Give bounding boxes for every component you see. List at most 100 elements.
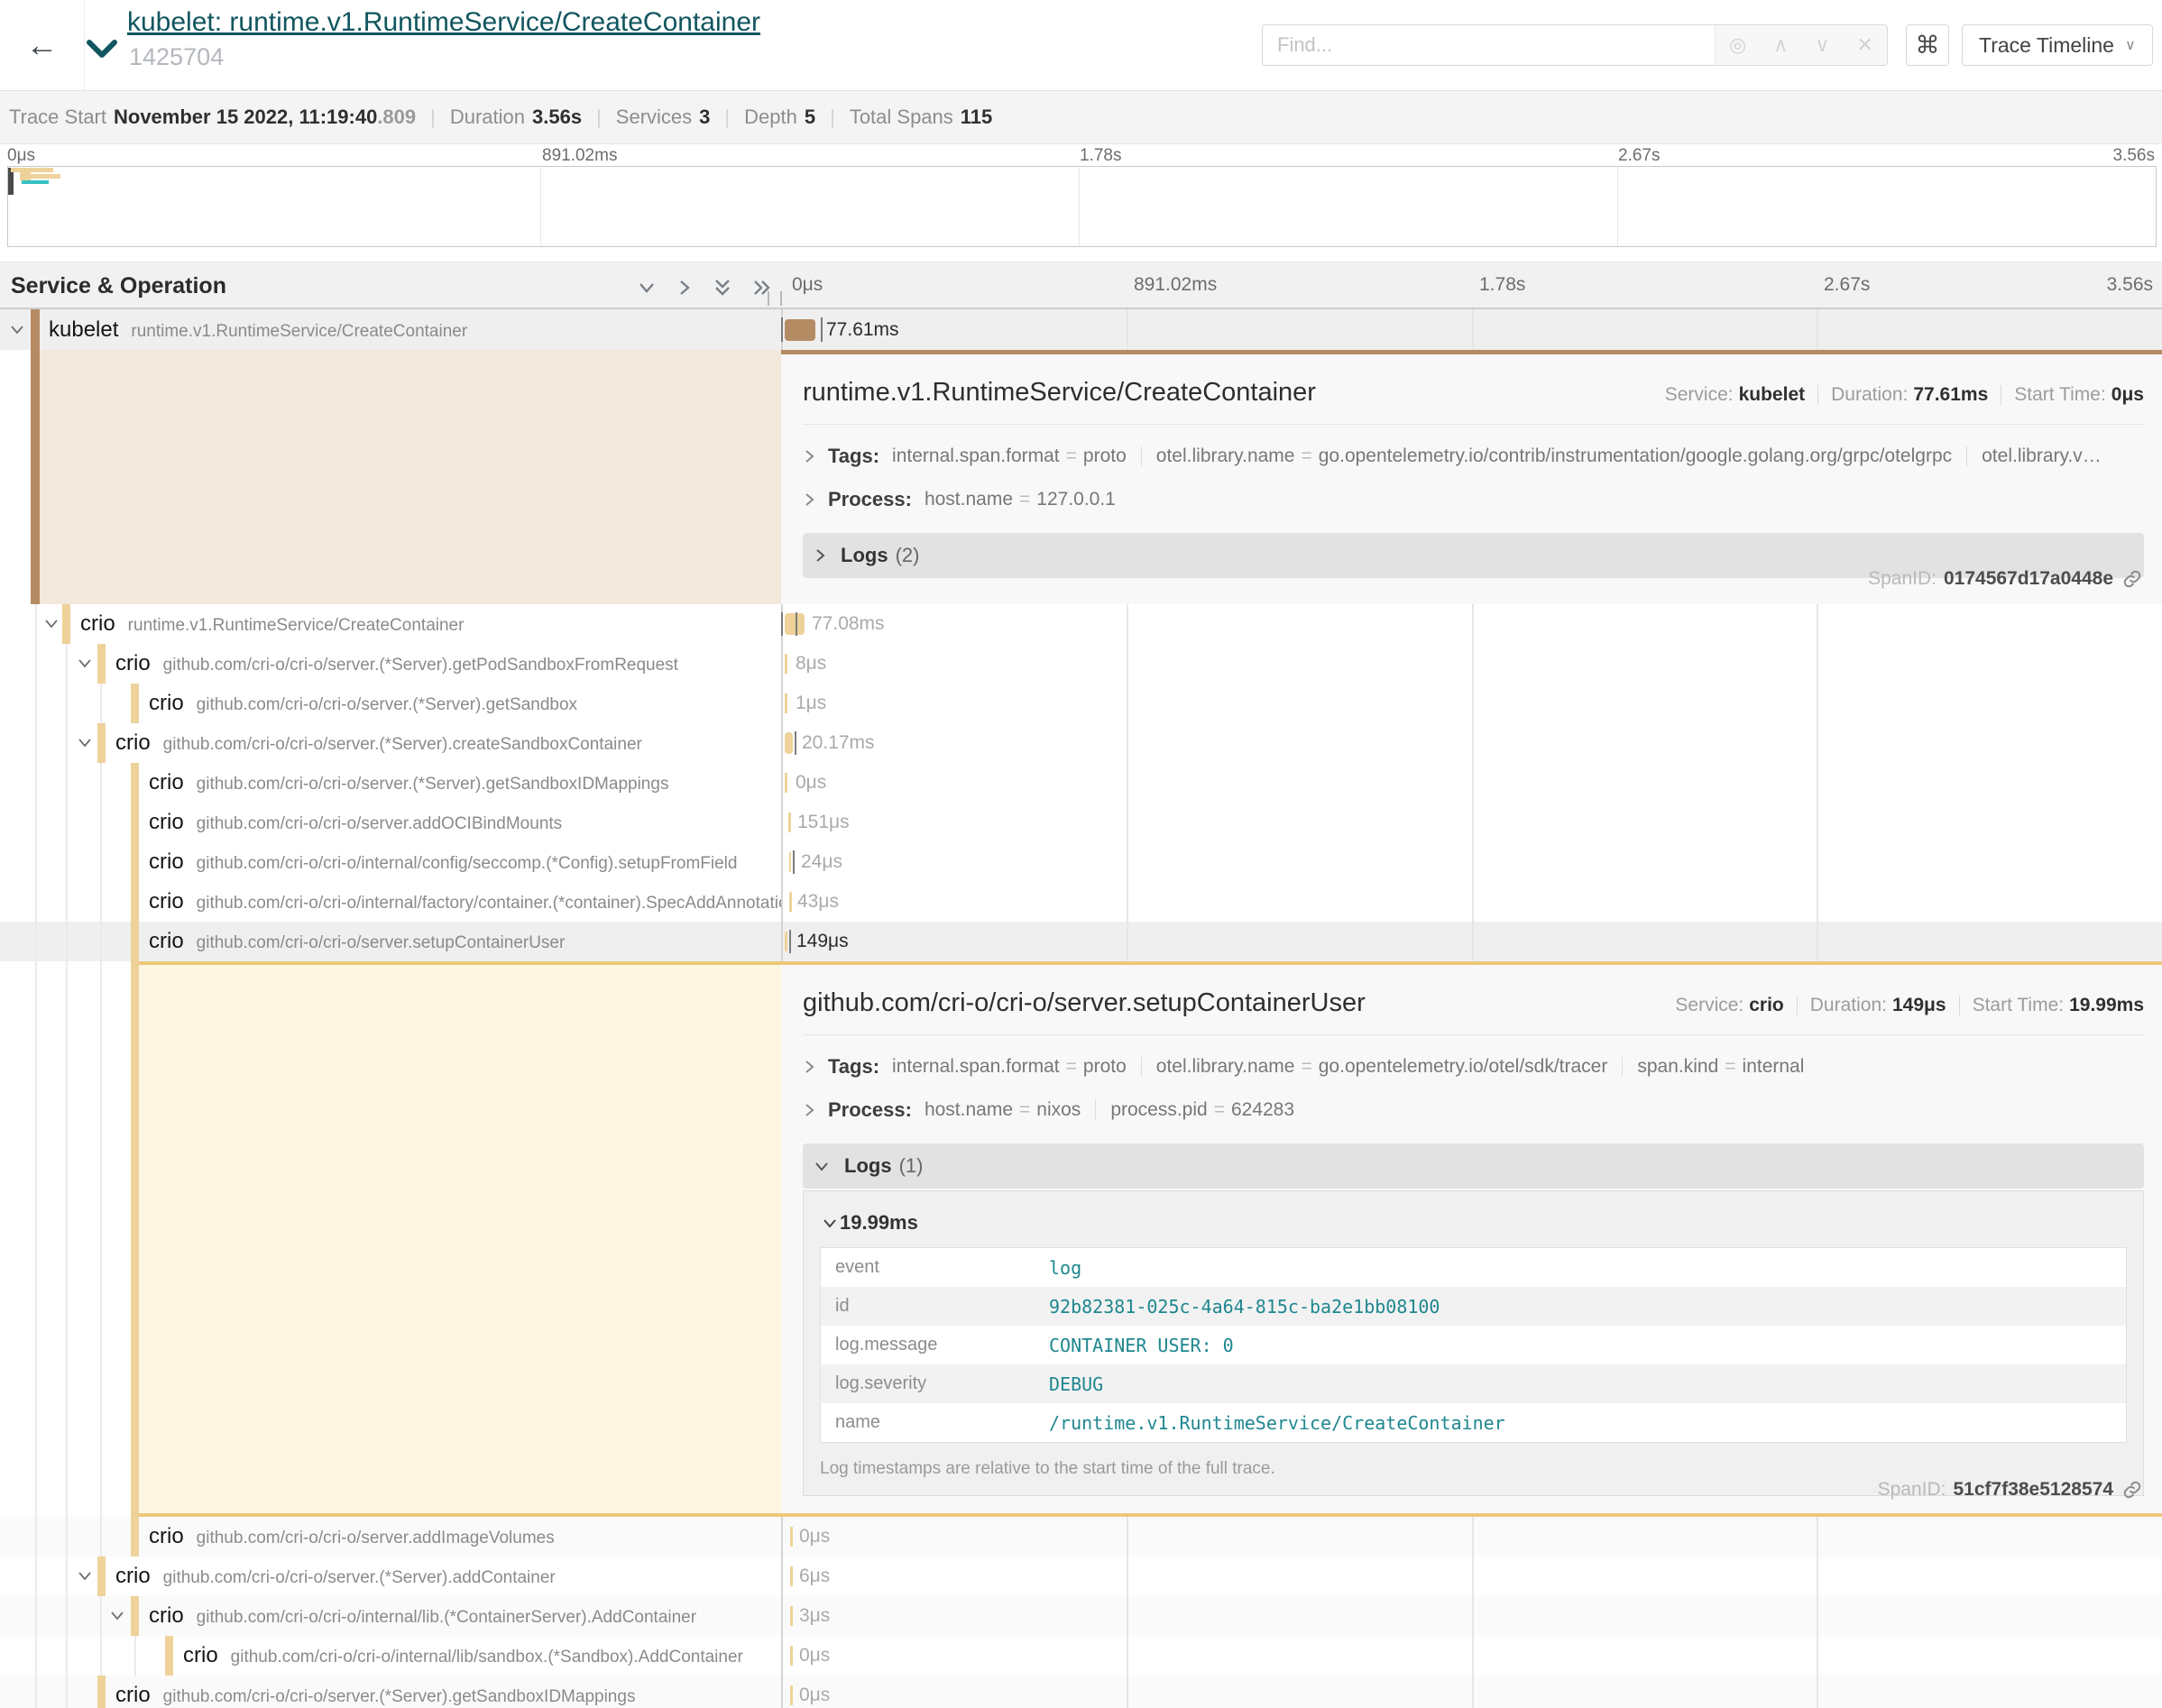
- span-row[interactable]: criogithub.com/cri-o/cri-o/server.setupC…: [0, 922, 2162, 961]
- span-row[interactable]: criogithub.com/cri-o/cri-o/server.(*Serv…: [0, 763, 2162, 803]
- find-next-icon[interactable]: ∨: [1815, 33, 1829, 57]
- logs-accordion[interactable]: Logs (1): [803, 1143, 2144, 1189]
- span-color-bar: [131, 842, 139, 882]
- span-timeline-cell[interactable]: 1μs: [781, 684, 2162, 723]
- span-timeline-cell[interactable]: 0μs: [781, 1636, 2162, 1676]
- span-row[interactable]: criogithub.com/cri-o/cri-o/server.(*Serv…: [0, 684, 2162, 723]
- span-id-label: SpanID:: [1868, 568, 1937, 590]
- span-row[interactable]: crioruntime.v1.RuntimeService/CreateCont…: [0, 604, 2162, 644]
- log-entries: 19.99ms eventlogid92b82381-025c-4a64-815…: [803, 1190, 2144, 1496]
- span-id-label: SpanID:: [1878, 1479, 1946, 1501]
- span-service-name: criogithub.com/cri-o/cri-o/internal/fact…: [149, 889, 781, 914]
- span-timeline-cell[interactable]: 20.17ms: [781, 723, 2162, 763]
- log-entry-header[interactable]: 19.99ms: [822, 1211, 2127, 1235]
- span-service-name: criogithub.com/cri-o/cri-o/server.addOCI…: [149, 810, 562, 835]
- span-duration-bar: [785, 613, 805, 635]
- row-collapse-icon[interactable]: [77, 1570, 93, 1587]
- find-input[interactable]: [1263, 25, 1715, 65]
- span-color-bar: [131, 1596, 139, 1636]
- minimap-tick-labels: 0μs 891.02ms 1.78s 2.67s 3.56s: [0, 144, 2162, 166]
- span-timeline-cell[interactable]: 8μs: [781, 644, 2162, 684]
- span-row[interactable]: criogithub.com/cri-o/cri-o/server.(*Serv…: [0, 644, 2162, 684]
- tags-accordion[interactable]: Tags: internal.span.format=protootel.lib…: [803, 1055, 2144, 1079]
- span-service-name: criogithub.com/cri-o/cri-o/server.setupC…: [149, 929, 565, 954]
- span-duration-bar: [790, 1566, 793, 1586]
- span-row[interactable]: criogithub.com/cri-o/cri-o/internal/fact…: [0, 882, 2162, 922]
- process-label: Process:: [828, 488, 912, 511]
- span-timeline-cell[interactable]: 3μs: [781, 1596, 2162, 1636]
- span-row[interactable]: criogithub.com/cri-o/cri-o/internal/conf…: [0, 842, 2162, 882]
- span-operation-name: github.com/cri-o/cri-o/server.addOCIBind…: [197, 814, 563, 833]
- duration-value: 77.61ms: [1913, 384, 1988, 406]
- trace-id: 1425704: [129, 43, 224, 71]
- find-controls: ◎ ∧ ∨ ✕: [1715, 25, 1887, 65]
- locate-icon[interactable]: ◎: [1729, 33, 1746, 57]
- collapse-header-icon[interactable]: [87, 40, 117, 64]
- chevron-right-icon: [803, 1059, 815, 1075]
- collapse-all-icon[interactable]: [713, 276, 732, 299]
- span-row[interactable]: criogithub.com/cri-o/cri-o/server.(*Serv…: [0, 1556, 2162, 1596]
- row-collapse-icon[interactable]: [9, 324, 25, 341]
- back-button[interactable]: ←: [0, 0, 85, 90]
- span-row[interactable]: kubeletruntime.v1.RuntimeService/CreateC…: [0, 309, 2162, 350]
- minimap-span: [11, 168, 53, 172]
- row-collapse-icon[interactable]: [109, 1610, 125, 1627]
- link-icon[interactable]: [2122, 1480, 2142, 1500]
- span-row[interactable]: criogithub.com/cri-o/cri-o/internal/lib/…: [0, 1636, 2162, 1676]
- span-timeline-cell[interactable]: 77.61ms: [781, 309, 2162, 350]
- span-detail-kubelet: runtime.v1.RuntimeService/CreateContaine…: [0, 350, 2162, 604]
- span-timeline-cell[interactable]: 0μs: [781, 1517, 2162, 1556]
- trace-minimap[interactable]: [7, 166, 2157, 247]
- span-timeline-cell[interactable]: 0μs: [781, 763, 2162, 803]
- row-collapse-icon[interactable]: [43, 618, 60, 635]
- tag-item: process.pid=624283: [1110, 1099, 1294, 1121]
- tag-item: internal.span.format=proto: [892, 1056, 1127, 1078]
- tag-item: otel.library.v…: [1982, 445, 2102, 467]
- keyboard-shortcuts-button[interactable]: ⌘: [1906, 24, 1949, 66]
- span-timeline-cell[interactable]: 151μs: [781, 803, 2162, 842]
- collapse-one-icon[interactable]: [637, 278, 657, 298]
- back-arrow-icon: ←: [26, 26, 59, 64]
- link-icon[interactable]: [2122, 569, 2142, 589]
- span-service-name: criogithub.com/cri-o/cri-o/server.addIma…: [149, 1524, 555, 1549]
- span-row[interactable]: criogithub.com/cri-o/cri-o/server.(*Serv…: [0, 723, 2162, 763]
- minimap-tick: 1.78s: [1080, 146, 1121, 166]
- find-bar: ◎ ∧ ∨ ✕: [1262, 24, 1888, 66]
- span-timeline-cell[interactable]: 149μs: [781, 922, 2162, 961]
- span-timeline-cell[interactable]: 77.08ms: [781, 604, 2162, 644]
- expand-one-icon[interactable]: [675, 278, 695, 298]
- span-duration-bar: [790, 1685, 793, 1705]
- span-service-name: criogithub.com/cri-o/cri-o/server.(*Serv…: [115, 1564, 556, 1589]
- span-duration-label: 20.17ms: [802, 732, 875, 754]
- logs-count: (1): [899, 1154, 924, 1178]
- trace-title-link[interactable]: kubelet: runtime.v1.RuntimeService/Creat…: [127, 7, 760, 38]
- span-service-name: criogithub.com/cri-o/cri-o/internal/lib/…: [183, 1643, 743, 1668]
- start-time-label: Start Time:: [1973, 995, 2065, 1016]
- span-timeline-cell[interactable]: 43μs: [781, 882, 2162, 922]
- tags-accordion[interactable]: Tags: internal.span.format=protootel.lib…: [803, 445, 2144, 468]
- find-prev-icon[interactable]: ∧: [1773, 33, 1788, 57]
- view-selector-button[interactable]: Trace Timeline ∨: [1962, 24, 2153, 66]
- span-row[interactable]: criogithub.com/cri-o/cri-o/server.addOCI…: [0, 803, 2162, 842]
- find-clear-icon[interactable]: ✕: [1857, 33, 1873, 57]
- jaeger-trace-view: ← kubelet: runtime.v1.RuntimeService/Cre…: [0, 0, 2162, 1708]
- span-row[interactable]: criogithub.com/cri-o/cri-o/server.addIma…: [0, 1517, 2162, 1556]
- command-icon: ⌘: [1916, 32, 1940, 60]
- span-service-name: criogithub.com/cri-o/cri-o/server.(*Serv…: [115, 1683, 635, 1708]
- column-resizer-handle[interactable]: [768, 291, 782, 306]
- process-accordion[interactable]: Process: host.name=127.0.0.1: [803, 488, 2144, 511]
- span-row[interactable]: criogithub.com/cri-o/cri-o/internal/lib.…: [0, 1596, 2162, 1636]
- span-timeline-cell[interactable]: 0μs: [781, 1676, 2162, 1708]
- span-duration-bar: [789, 892, 792, 912]
- span-timeline-cell[interactable]: 6μs: [781, 1556, 2162, 1596]
- span-duration-label: 77.08ms: [812, 613, 885, 635]
- span-row[interactable]: criogithub.com/cri-o/cri-o/server.(*Serv…: [0, 1676, 2162, 1708]
- row-collapse-icon[interactable]: [77, 657, 93, 675]
- span-operation-name: github.com/cri-o/cri-o/internal/config/s…: [197, 854, 738, 873]
- span-operation-name: github.com/cri-o/cri-o/internal/factory/…: [197, 894, 781, 913]
- tags-label: Tags:: [828, 1055, 879, 1079]
- span-timeline-cell[interactable]: 24μs: [781, 842, 2162, 882]
- row-collapse-icon[interactable]: [77, 737, 93, 754]
- duration-label: Duration:: [1831, 384, 1908, 406]
- process-accordion[interactable]: Process: host.name=nixosprocess.pid=6242…: [803, 1098, 2144, 1122]
